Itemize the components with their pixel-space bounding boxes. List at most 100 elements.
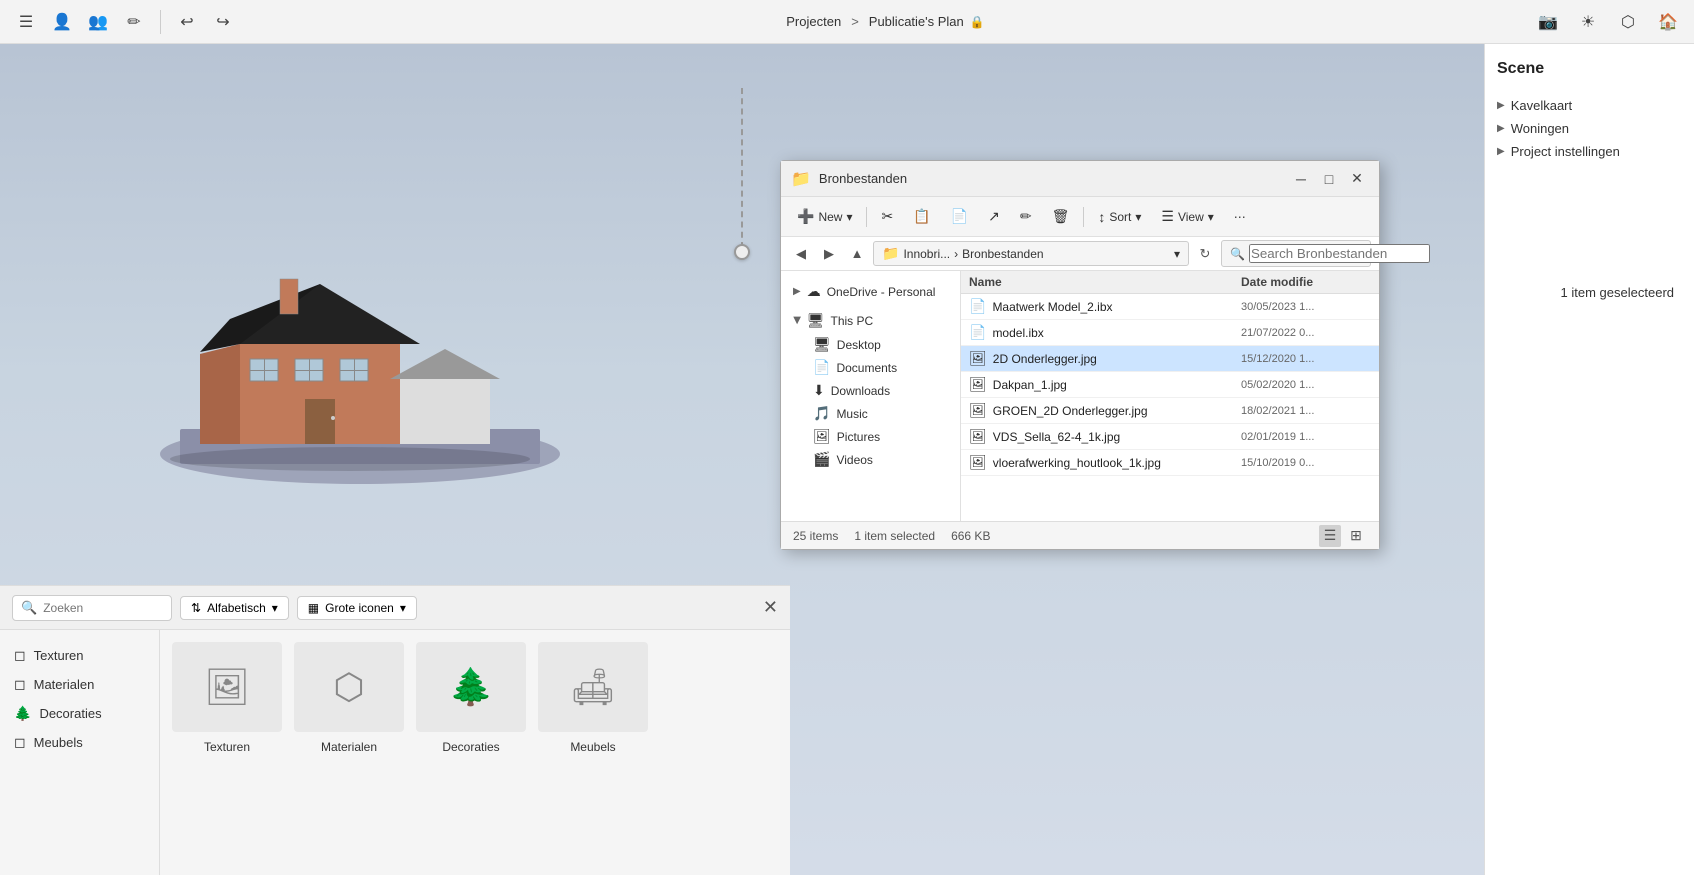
fe-rename-button[interactable]: ✏ <box>1012 204 1040 229</box>
file-date-1: 21/07/2022 0... <box>1241 327 1371 339</box>
fe-gridview-button[interactable]: ⊞ <box>1345 525 1367 547</box>
fe-new-label: New <box>818 210 842 224</box>
fe-thispc-label: This PC <box>830 314 873 328</box>
grid-item-materialen[interactable]: ⬡ Materialen <box>294 642 404 754</box>
bottom-toolbar: 🔍 ⇅ Alfabetisch ▾ ▦ Grote iconen ▾ ✕ <box>0 586 790 630</box>
sidebar-item-materialen[interactable]: ◻ Materialen <box>8 671 151 698</box>
edit-icon[interactable]: ✏ <box>120 8 148 36</box>
fe-tree-thispc[interactable]: ▶ 🖥 This PC <box>785 308 956 333</box>
fe-up-button[interactable]: ▲ <box>845 242 869 266</box>
sidebar-item-decoraties[interactable]: 🌲 Decoraties <box>8 700 151 727</box>
bottom-panel: 🔍 ⇅ Alfabetisch ▾ ▦ Grote iconen ▾ ✕ ◻ T… <box>0 585 790 875</box>
fe-delete-icon: 🗑 <box>1052 208 1070 225</box>
file-row-2[interactable]: 🖼 2D Onderlegger.jpg 15/12/2020 1... <box>961 346 1379 372</box>
meubels-icon: ◻ <box>14 734 26 751</box>
file-explorer-window: 📁 Bronbestanden ─ □ ✕ ➕ New ▾ ✂ 📋 📄 ↗ ✏ <box>780 160 1380 550</box>
scene-item-project-instellingen[interactable]: ▶ Project instellingen <box>1497 140 1682 163</box>
fe-cut-button[interactable]: ✂ <box>873 204 901 229</box>
bottom-view-select[interactable]: ▦ Grote iconen ▾ <box>297 596 417 620</box>
file-row-1[interactable]: 📄 model.ibx 21/07/2022 0... <box>961 320 1379 346</box>
fe-downloads-icon: ⬇ <box>813 382 825 399</box>
fe-view-button[interactable]: ☰ View ▾ <box>1153 204 1221 229</box>
fe-refresh-button[interactable]: ↻ <box>1193 242 1217 266</box>
file-row-6[interactable]: 🖼 vloerafwerking_houtlook_1k.jpg 15/10/2… <box>961 450 1379 476</box>
file-row-4[interactable]: 🖼 GROEN_2D Onderlegger.jpg 18/02/2021 1.… <box>961 398 1379 424</box>
bottom-search-box[interactable]: 🔍 <box>12 595 172 621</box>
fe-view-label: View <box>1178 210 1204 224</box>
fe-maximize-button[interactable]: □ <box>1317 167 1341 191</box>
fe-paste-button[interactable]: 📄 <box>943 204 976 229</box>
separator-1 <box>160 10 161 34</box>
fe-tree-videos[interactable]: 🎬 Videos <box>805 448 956 471</box>
file-date-4: 18/02/2021 1... <box>1241 405 1371 417</box>
fe-forward-button[interactable]: ▶ <box>817 242 841 266</box>
layers-icon[interactable]: ⬡ <box>1614 8 1642 36</box>
search-icon: 🔍 <box>21 600 37 616</box>
fe-sort-button[interactable]: ↕ Sort ▾ <box>1090 205 1149 229</box>
fe-search-box[interactable]: 🔍 <box>1221 240 1371 267</box>
sidebar-item-texturen[interactable]: ◻ Texturen <box>8 642 151 669</box>
fe-tree-pictures[interactable]: 🖼 Pictures <box>805 425 956 448</box>
fe-search-icon: 🔍 <box>1230 247 1245 261</box>
fe-tree-music[interactable]: 🎵 Music <box>805 402 956 425</box>
file-date-3: 05/02/2020 1... <box>1241 379 1371 391</box>
bottom-close-button[interactable]: ✕ <box>763 597 778 618</box>
fe-path-part2: Bronbestanden <box>962 247 1043 261</box>
file-date-0: 30/05/2023 1... <box>1241 301 1371 313</box>
scene-item-kavelkaart[interactable]: ▶ Kavelkaart <box>1497 94 1682 117</box>
sun-icon[interactable]: ☀ <box>1574 8 1602 36</box>
camera-icon[interactable]: 📷 <box>1534 8 1562 36</box>
file-icon-6: 🖼 <box>969 454 987 471</box>
users-icon[interactable]: 👥 <box>84 8 112 36</box>
fe-close-button[interactable]: ✕ <box>1345 167 1369 191</box>
file-icon-2: 🖼 <box>969 350 987 367</box>
file-row-3[interactable]: 🖼 Dakpan_1.jpg 05/02/2020 1... <box>961 372 1379 398</box>
grid-label-materialen: Materialen <box>321 740 377 754</box>
undo-icon[interactable]: ↩ <box>173 8 201 36</box>
file-name-6: vloerafwerking_houtlook_1k.jpg <box>993 456 1241 470</box>
fe-copy-button[interactable]: 📋 <box>905 204 938 229</box>
scene-item-woningen[interactable]: ▶ Woningen <box>1497 117 1682 140</box>
fe-minimize-button[interactable]: ─ <box>1289 167 1313 191</box>
bottom-sort-select[interactable]: ⇅ Alfabetisch ▾ <box>180 596 289 620</box>
file-row-0[interactable]: 📄 Maatwerk Model_2.ibx 30/05/2023 1... <box>961 294 1379 320</box>
circle-marker <box>734 244 750 260</box>
fe-tree-documents[interactable]: 📄 Documents <box>805 356 956 379</box>
fe-back-button[interactable]: ◀ <box>789 242 813 266</box>
grid-item-meubels[interactable]: 🛋 Meubels <box>538 642 648 754</box>
fe-thispc-icon: 🖥 <box>807 312 825 329</box>
scene-title: Scene <box>1497 60 1682 78</box>
grid-item-decoraties[interactable]: 🌲 Decoraties <box>416 642 526 754</box>
file-name-4: GROEN_2D Onderlegger.jpg <box>993 404 1241 418</box>
fe-copy-icon: 📋 <box>913 208 930 225</box>
fe-sort-icon: ↕ <box>1098 209 1105 225</box>
breadcrumb-projecten[interactable]: Projecten <box>786 14 841 29</box>
fe-toolbar: ➕ New ▾ ✂ 📋 📄 ↗ ✏ 🗑 ↕ Sort ▾ ☰ <box>781 197 1379 237</box>
fe-content: ▶ ☁ OneDrive - Personal ▶ 🖥 This PC 🖥 De… <box>781 271 1379 521</box>
user-icon[interactable]: 👤 <box>48 8 76 36</box>
file-date-6: 15/10/2019 0... <box>1241 457 1371 469</box>
bottom-search-input[interactable] <box>43 601 163 615</box>
fe-view-chevron: ▾ <box>1208 210 1214 224</box>
fe-path-bar[interactable]: 📁 Innobri... › Bronbestanden ▾ <box>873 241 1189 266</box>
grid-item-texturen[interactable]: 🖼 Texturen <box>172 642 282 754</box>
fe-listview-button[interactable]: ☰ <box>1319 525 1341 547</box>
fe-more-button[interactable]: ⋯ <box>1226 206 1254 228</box>
fe-new-button[interactable]: ➕ New ▾ <box>789 204 860 229</box>
fe-tree-desktop[interactable]: 🖥 Desktop <box>805 333 956 356</box>
fe-share-button[interactable]: ↗ <box>980 204 1008 229</box>
home-icon[interactable]: 🏠 <box>1654 8 1682 36</box>
bottom-content: ◻ Texturen ◻ Materialen 🌲 Decoraties ◻ M… <box>0 630 790 875</box>
file-row-5[interactable]: 🖼 VDS_Sella_62-4_1k.jpg 02/01/2019 1... <box>961 424 1379 450</box>
sidebar-item-meubels[interactable]: ◻ Meubels <box>8 729 151 756</box>
menu-icon[interactable]: ☰ <box>12 8 40 36</box>
fe-tree-onedrive[interactable]: ▶ ☁ OneDrive - Personal <box>785 279 956 304</box>
file-date-5: 02/01/2019 1... <box>1241 431 1371 443</box>
fe-share-icon: ↗ <box>988 208 1000 225</box>
fe-search-input[interactable] <box>1249 244 1430 263</box>
grid-label-decoraties: Decoraties <box>442 740 499 754</box>
redo-icon[interactable]: ↪ <box>209 8 237 36</box>
fe-delete-button[interactable]: 🗑 <box>1044 204 1078 229</box>
fe-tree-downloads[interactable]: ⬇ Downloads <box>805 379 956 402</box>
chevron-project-instellingen: ▶ <box>1497 146 1505 157</box>
